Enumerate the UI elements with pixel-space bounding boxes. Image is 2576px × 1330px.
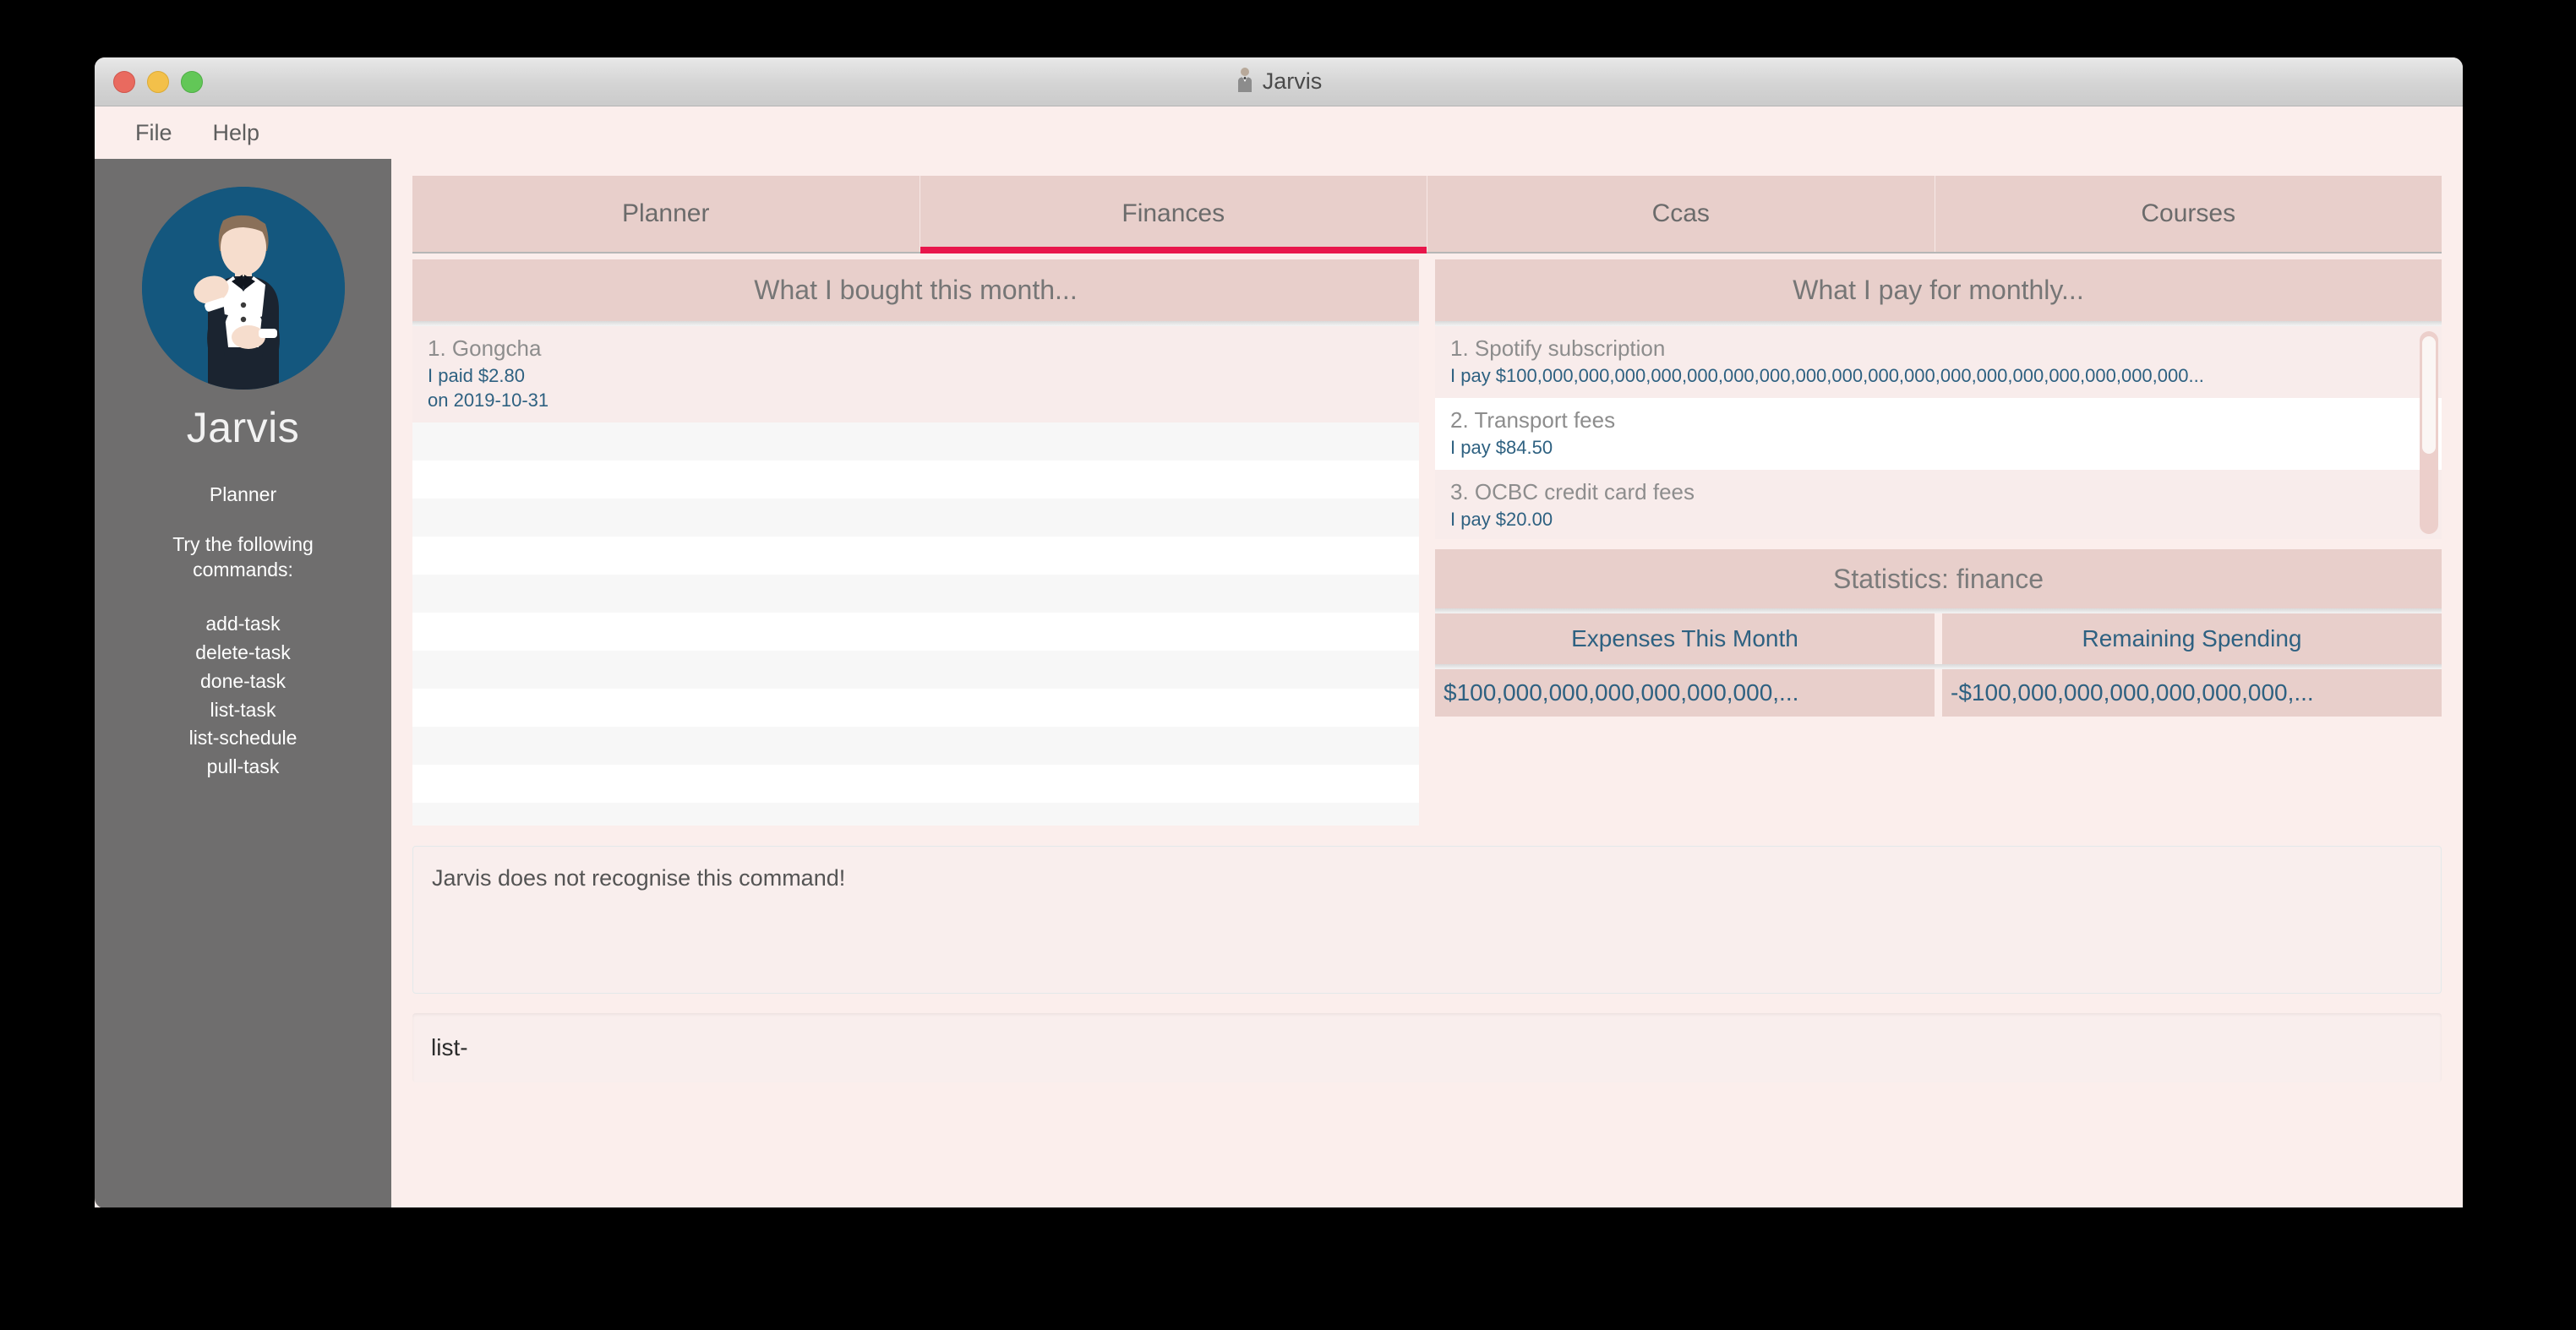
sidebar: Jarvis Planner Try the following command… [95, 159, 391, 1207]
purchase-date: on 2019-10-31 [428, 390, 549, 411]
purchases-panel: What I bought this month... 1. Gongcha I… [412, 259, 1419, 826]
finance-statistics: Statistics: finance Expenses This Month … [1435, 549, 2442, 717]
sidebar-command-list-task[interactable]: list-task [210, 697, 276, 724]
scrollbar-thumb[interactable] [2422, 336, 2436, 455]
tab-bar: Planner Finances Ccas Courses [412, 176, 2442, 253]
sidebar-section-label: Planner [209, 483, 277, 505]
purchase-title: 1. Gongcha [428, 335, 542, 361]
list-item-empty [412, 803, 1419, 826]
tab-planner-label: Planner [622, 199, 710, 227]
statistics-header-row: Expenses This Month Remaining Spending [1435, 613, 2442, 664]
screen: Jarvis File Help Jarvis Planner Try the … [0, 0, 2576, 1330]
list-item[interactable]: 1. Spotify subscription I pay $100,000,0… [1435, 326, 2442, 398]
monthly-payments-scrollbar[interactable] [2420, 331, 2438, 534]
tab-ccas-label: Ccas [1651, 199, 1710, 227]
payment-title: 2. Transport fees [1450, 407, 1616, 433]
sidebar-command-pull-task[interactable]: pull-task [207, 754, 280, 781]
butler-avatar-icon [141, 187, 345, 390]
sidebar-command-done-task[interactable]: done-task [200, 668, 286, 695]
statistics-header-expenses: Expenses This Month [1435, 613, 1935, 664]
list-item-empty [412, 613, 1419, 651]
payment-title: 3. OCBC credit card fees [1450, 479, 1695, 504]
list-item[interactable]: 3. OCBC credit card fees I pay $20.00 [1435, 470, 2442, 539]
tab-courses-label: Courses [2141, 199, 2236, 227]
list-item-empty [412, 499, 1419, 537]
statistics-value-cell-remaining: -$100,000,000,000,000,000,000,... [1942, 669, 2442, 717]
traffic-light-group [113, 70, 203, 93]
payment-amount: I pay $84.50 [1450, 437, 1553, 458]
statistics-column-expenses: Expenses This Month [1435, 613, 1935, 664]
command-input-value: list- [431, 1034, 468, 1060]
purchases-list[interactable]: 1. Gongcha I paid $2.80 on 2019-10-31 [412, 326, 1419, 826]
list-item[interactable]: 1. Gongcha I paid $2.80 on 2019-10-31 [412, 326, 1419, 422]
list-item-empty [412, 537, 1419, 575]
command-input[interactable]: list- [412, 1013, 2442, 1082]
payment-amount: I pay $20.00 [1450, 509, 1553, 530]
statistics-title: Statistics: finance [1435, 549, 2442, 608]
monthly-payments-panel-header: What I pay for monthly... [1435, 259, 2442, 321]
monthly-payments-list[interactable]: 1. Spotify subscription I pay $100,000,0… [1435, 326, 2442, 539]
minimize-button[interactable] [147, 70, 169, 93]
purchase-amount: I paid $2.80 [428, 365, 525, 386]
statistics-value-row: $100,000,000,000,000,000,000,... -$100,0… [1435, 669, 2442, 717]
menu-item-file[interactable]: File [120, 115, 188, 151]
statistics-column-remaining: Remaining Spending [1942, 613, 2442, 664]
tab-finances[interactable]: Finances [920, 176, 1427, 253]
maximize-button[interactable] [181, 70, 203, 93]
payment-title: 1. Spotify subscription [1450, 335, 1666, 361]
statistics-value-remaining: -$100,000,000,000,000,000,000,... [1942, 669, 2442, 717]
statistics-header-remaining: Remaining Spending [1942, 613, 2442, 664]
finance-panels: What I bought this month... 1. Gongcha I… [412, 259, 2442, 826]
purchases-list-rows: 1. Gongcha I paid $2.80 on 2019-10-31 [412, 326, 1419, 826]
menu-item-help[interactable]: Help [198, 115, 276, 151]
list-item-empty [412, 422, 1419, 461]
close-button[interactable] [113, 70, 135, 93]
butler-icon [1236, 67, 1254, 96]
statistics-value-cell-expenses: $100,000,000,000,000,000,000,... [1435, 669, 1935, 717]
application-window: Jarvis File Help Jarvis Planner Try the … [95, 57, 2463, 1207]
payment-amount: I pay $100,000,000,000,000,000,000,000,0… [1450, 365, 2204, 386]
list-item-empty [412, 575, 1419, 613]
list-item-empty [412, 727, 1419, 765]
tab-planner[interactable]: Planner [412, 176, 920, 252]
list-item-empty [412, 461, 1419, 499]
tab-finances-label: Finances [1122, 199, 1225, 227]
list-item-empty [412, 689, 1419, 727]
sidebar-avatar-name: Jarvis [186, 404, 300, 451]
sidebar-command-list-schedule[interactable]: list-schedule [189, 725, 297, 752]
window-titlebar: Jarvis [95, 57, 2463, 106]
tab-courses[interactable]: Courses [1935, 176, 2442, 252]
list-item-empty [412, 651, 1419, 689]
sidebar-command-add-task[interactable]: add-task [205, 611, 280, 638]
purchases-panel-header: What I bought this month... [412, 259, 1419, 321]
menu-bar: File Help [95, 106, 2463, 159]
window-body: Jarvis Planner Try the following command… [95, 159, 2463, 1207]
sidebar-prompt: Try the following commands: [172, 533, 314, 581]
tab-ccas[interactable]: Ccas [1427, 176, 1935, 252]
window-title: Jarvis [1262, 68, 1323, 94]
sidebar-command-delete-task[interactable]: delete-task [195, 640, 291, 667]
result-display: Jarvis does not recognise this command! [412, 846, 2442, 994]
monthly-payments-panel: What I pay for monthly... 1. Spotify sub… [1435, 259, 2442, 826]
window-title-group: Jarvis [95, 57, 2463, 106]
monthly-payments-list-rows: 1. Spotify subscription I pay $100,000,0… [1435, 326, 2442, 539]
main-content: Planner Finances Ccas Courses What I bou… [391, 159, 2463, 1207]
list-item-empty [412, 765, 1419, 803]
sidebar-command-list: add-task delete-task done-task list-task… [189, 611, 297, 780]
list-item[interactable]: 2. Transport fees I pay $84.50 [1435, 398, 2442, 470]
result-message: Jarvis does not recognise this command! [432, 865, 846, 891]
statistics-value-expenses: $100,000,000,000,000,000,000,... [1435, 669, 1935, 717]
